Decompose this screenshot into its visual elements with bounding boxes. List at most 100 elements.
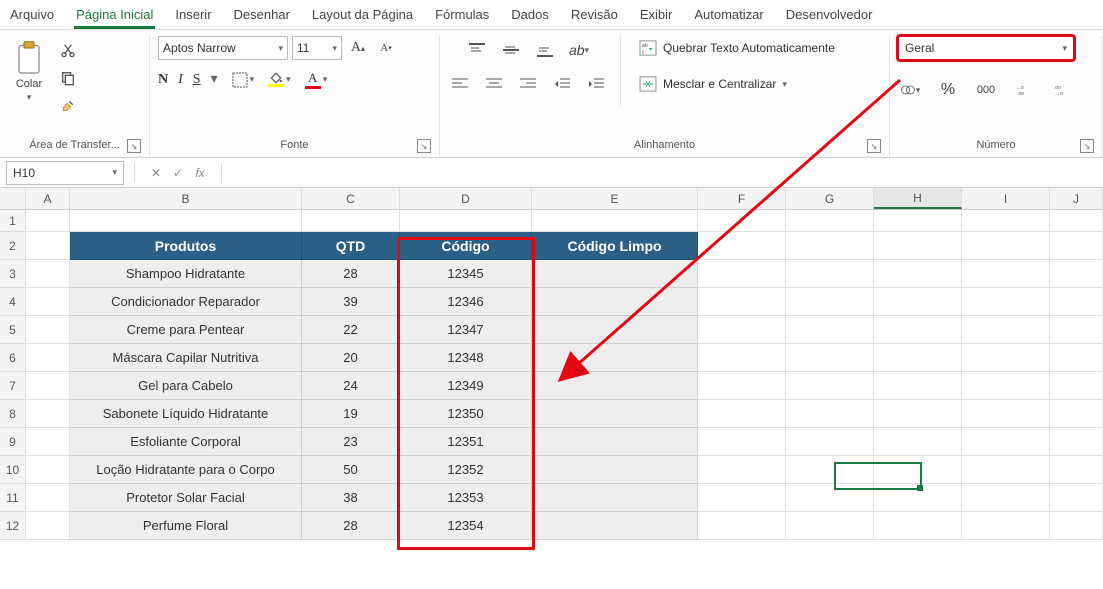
alignment-launcher[interactable]: ↘ bbox=[867, 139, 881, 153]
cell-B3[interactable]: Shampoo Hidratante bbox=[70, 260, 302, 288]
cell-G1[interactable] bbox=[786, 210, 874, 232]
decrease-indent-button[interactable] bbox=[550, 72, 574, 96]
cell-E9[interactable] bbox=[532, 428, 698, 456]
cell-H9[interactable] bbox=[874, 428, 962, 456]
cell-D4[interactable]: 12346 bbox=[400, 288, 532, 316]
cell-H12[interactable] bbox=[874, 512, 962, 540]
cell-C5[interactable]: 22 bbox=[302, 316, 400, 344]
cell-H7[interactable] bbox=[874, 372, 962, 400]
paste-button[interactable]: Colar ▾ bbox=[8, 36, 50, 107]
cell-D3[interactable]: 12345 bbox=[400, 260, 532, 288]
col-header-c[interactable]: C bbox=[302, 188, 400, 209]
cell-A1[interactable] bbox=[26, 210, 70, 232]
decrease-decimal-button[interactable]: .00→0 bbox=[1050, 78, 1074, 102]
cell-A7[interactable] bbox=[26, 372, 70, 400]
cell-F7[interactable] bbox=[698, 372, 786, 400]
decrease-font-button[interactable]: A▾ bbox=[374, 36, 398, 60]
cell-C8[interactable]: 19 bbox=[302, 400, 400, 428]
cell-E10[interactable] bbox=[532, 456, 698, 484]
row-header-12[interactable]: 12 bbox=[0, 512, 26, 540]
tab-automatizar[interactable]: Automatizar bbox=[692, 1, 765, 28]
row-header-4[interactable]: 4 bbox=[0, 288, 26, 316]
tab-desenhar[interactable]: Desenhar bbox=[232, 1, 292, 28]
cell-J1[interactable] bbox=[1050, 210, 1103, 232]
cell-A8[interactable] bbox=[26, 400, 70, 428]
tab-arquivo[interactable]: Arquivo bbox=[8, 1, 56, 28]
row-header-10[interactable]: 10 bbox=[0, 456, 26, 484]
cell-E5[interactable] bbox=[532, 316, 698, 344]
tab-inserir[interactable]: Inserir bbox=[173, 1, 213, 28]
percent-format-button[interactable]: % bbox=[936, 78, 960, 102]
row-header-7[interactable]: 7 bbox=[0, 372, 26, 400]
col-header-a[interactable]: A bbox=[26, 188, 70, 209]
cell-C4[interactable]: 39 bbox=[302, 288, 400, 316]
cell-A11[interactable] bbox=[26, 484, 70, 512]
cell-H5[interactable] bbox=[874, 316, 962, 344]
col-header-h[interactable]: H bbox=[874, 188, 962, 209]
cell-I12[interactable] bbox=[962, 512, 1050, 540]
cell-H10[interactable] bbox=[874, 456, 962, 484]
cell-C9[interactable]: 23 bbox=[302, 428, 400, 456]
row-header-3[interactable]: 3 bbox=[0, 260, 26, 288]
cell-H1[interactable] bbox=[874, 210, 962, 232]
borders-button[interactable]: ▾ bbox=[232, 72, 255, 88]
cell-B12[interactable]: Perfume Floral bbox=[70, 512, 302, 540]
cell-J5[interactable] bbox=[1050, 316, 1103, 344]
enter-formula-button[interactable]: ✓ bbox=[167, 166, 189, 180]
number-format-select[interactable]: Geral ▾ bbox=[898, 36, 1074, 60]
cell-G10[interactable] bbox=[786, 456, 874, 484]
cell-C7[interactable]: 24 bbox=[302, 372, 400, 400]
cell-G9[interactable] bbox=[786, 428, 874, 456]
cell-E11[interactable] bbox=[532, 484, 698, 512]
cell-I7[interactable] bbox=[962, 372, 1050, 400]
cell-C3[interactable]: 28 bbox=[302, 260, 400, 288]
cell-B9[interactable]: Esfoliante Corporal bbox=[70, 428, 302, 456]
cell-I8[interactable] bbox=[962, 400, 1050, 428]
comma-format-button[interactable]: 000 bbox=[974, 78, 998, 102]
col-header-d[interactable]: D bbox=[400, 188, 532, 209]
cell-H4[interactable] bbox=[874, 288, 962, 316]
cell-I6[interactable] bbox=[962, 344, 1050, 372]
cell-C11[interactable]: 38 bbox=[302, 484, 400, 512]
cell-C10[interactable]: 50 bbox=[302, 456, 400, 484]
col-header-f[interactable]: F bbox=[698, 188, 786, 209]
cell-G7[interactable] bbox=[786, 372, 874, 400]
cell-G6[interactable] bbox=[786, 344, 874, 372]
cell-J3[interactable] bbox=[1050, 260, 1103, 288]
orientation-button[interactable]: ab▾ bbox=[567, 38, 591, 62]
cell-I9[interactable] bbox=[962, 428, 1050, 456]
cell-B4[interactable]: Condicionador Reparador bbox=[70, 288, 302, 316]
cell-C1[interactable] bbox=[302, 210, 400, 232]
col-header-g[interactable]: G bbox=[786, 188, 874, 209]
cell-D7[interactable]: 12349 bbox=[400, 372, 532, 400]
cell-H6[interactable] bbox=[874, 344, 962, 372]
cell-G8[interactable] bbox=[786, 400, 874, 428]
cell-F6[interactable] bbox=[698, 344, 786, 372]
cell-J4[interactable] bbox=[1050, 288, 1103, 316]
cell-H2[interactable] bbox=[874, 232, 962, 260]
underline-button[interactable]: S bbox=[193, 72, 201, 88]
row-header-9[interactable]: 9 bbox=[0, 428, 26, 456]
cell-I10[interactable] bbox=[962, 456, 1050, 484]
cell-C6[interactable]: 20 bbox=[302, 344, 400, 372]
cell-H3[interactable] bbox=[874, 260, 962, 288]
row-header-6[interactable]: 6 bbox=[0, 344, 26, 372]
formula-input[interactable] bbox=[232, 161, 1103, 185]
row-header-1[interactable]: 1 bbox=[0, 210, 26, 232]
format-painter-button[interactable] bbox=[56, 94, 80, 118]
cell-A6[interactable] bbox=[26, 344, 70, 372]
font-size-select[interactable]: 11 ▾ bbox=[292, 36, 342, 60]
cell-I4[interactable] bbox=[962, 288, 1050, 316]
increase-font-button[interactable]: A▴ bbox=[346, 36, 370, 60]
cell-B6[interactable]: Máscara Capilar Nutritiva bbox=[70, 344, 302, 372]
number-launcher[interactable]: ↘ bbox=[1080, 139, 1094, 153]
cell-D1[interactable] bbox=[400, 210, 532, 232]
copy-button[interactable] bbox=[56, 66, 80, 90]
cell-A10[interactable] bbox=[26, 456, 70, 484]
fx-button[interactable]: fx bbox=[189, 166, 211, 180]
col-header-e[interactable]: E bbox=[532, 188, 698, 209]
clipboard-launcher[interactable]: ↘ bbox=[127, 139, 141, 153]
increase-indent-button[interactable] bbox=[584, 72, 608, 96]
cell-D11[interactable]: 12353 bbox=[400, 484, 532, 512]
cell-B10[interactable]: Loção Hidratante para o Corpo bbox=[70, 456, 302, 484]
